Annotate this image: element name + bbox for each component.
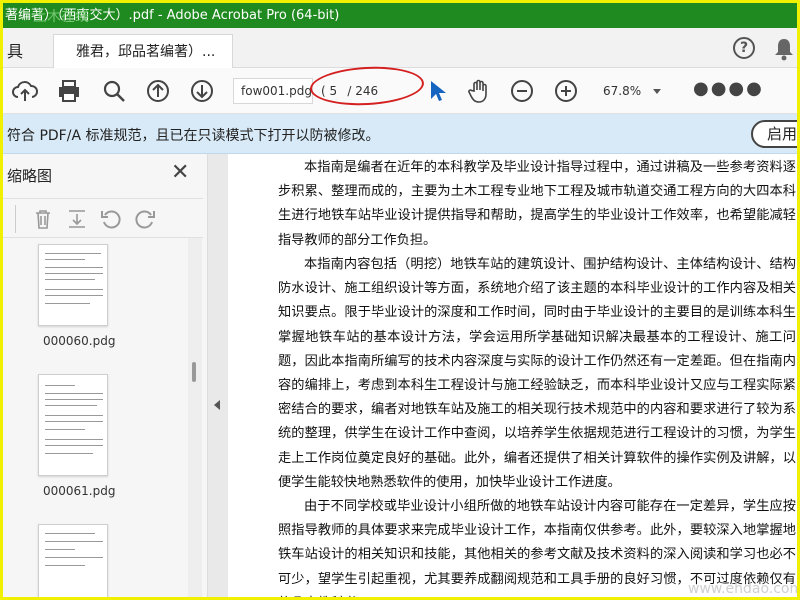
search-icon[interactable] — [100, 77, 128, 105]
body-paragraph: 本指南内容包括（明挖）地铁车站的建筑设计、围护结构设计、主体结构设计、结构防水设… — [278, 257, 796, 490]
site-watermark: 土木在线 — [33, 9, 89, 25]
document-tab[interactable]: 雅君，邱品茗编著）... — [53, 34, 233, 68]
chevron-down-icon[interactable] — [653, 89, 661, 94]
tools-menu[interactable]: 具 — [7, 38, 23, 62]
body-paragraph: 本指南是编者在近年的本科教学及毕业设计指导过程中，通过讲稿及一些参考资料逐步积累… — [278, 160, 796, 248]
page-thumbnail[interactable] — [38, 524, 108, 597]
thumbnails-panel: 缩略图 ✕ 000060.pdg 000061.pdg — [3, 154, 208, 597]
pdfa-notice-banner: 符合 PDF/A 标准规范，且已在只读模式下打开以防被修改。 启用 — [3, 114, 797, 154]
panel-title: 缩略图 — [7, 167, 53, 185]
upload-cloud-icon[interactable] — [11, 77, 39, 105]
scrollbar-thumb[interactable] — [192, 362, 196, 382]
menu-bar: 具 雅君，邱品茗编著）... ? — [3, 28, 797, 68]
chevron-left-icon[interactable] — [214, 400, 220, 410]
help-icon[interactable]: ? — [733, 37, 755, 59]
thumbnail-label: 000060.pdg — [43, 334, 116, 348]
page-thumbnail[interactable] — [38, 374, 108, 476]
delete-page-icon[interactable] — [31, 207, 55, 231]
extract-pages-icon[interactable] — [65, 207, 89, 231]
toolbar-divider — [15, 205, 16, 233]
banner-message: 符合 PDF/A 标准规范，且已在只读模式下打开以防被修改。 — [7, 128, 380, 144]
corner-watermark: www.ehdao.com — [688, 581, 800, 597]
page-thumbnail[interactable] — [38, 244, 108, 326]
notification-bell-icon[interactable] — [773, 37, 795, 61]
panel-collapse-bar[interactable] — [208, 154, 228, 597]
thumbnail-label: 000061.pdg — [43, 484, 116, 498]
enable-editing-button[interactable]: 启用 — [751, 120, 797, 148]
thumbnail-scrollbar[interactable] — [188, 238, 202, 597]
zoom-out-icon[interactable] — [508, 77, 536, 105]
print-icon[interactable] — [55, 77, 83, 105]
previous-page-icon[interactable] — [144, 77, 172, 105]
rotate-right-icon[interactable] — [133, 207, 157, 231]
thumbnail-toolbar — [3, 198, 203, 238]
hand-tool-icon[interactable] — [465, 77, 493, 105]
title-bar: 著编著）（西南交大）.pdf - Adobe Acrobat Pro (64-b… — [3, 3, 797, 28]
next-page-icon[interactable] — [188, 77, 216, 105]
select-cursor-icon[interactable] — [423, 77, 451, 105]
acrobat-window: 著编著）（西南交大）.pdf - Adobe Acrobat Pro (64-b… — [0, 0, 800, 600]
close-icon[interactable]: ✕ — [171, 160, 189, 185]
zoom-in-icon[interactable] — [552, 77, 580, 105]
page-label-field[interactable]: fow001.pdg — [233, 78, 313, 104]
more-tools-icon[interactable]: ●●●● — [693, 80, 764, 98]
document-view[interactable]: 本指南是编者在近年的本科教学及毕业设计指导过程中，通过讲稿及一些参考资料逐步积累… — [228, 154, 797, 597]
rotate-left-icon[interactable] — [99, 207, 123, 231]
